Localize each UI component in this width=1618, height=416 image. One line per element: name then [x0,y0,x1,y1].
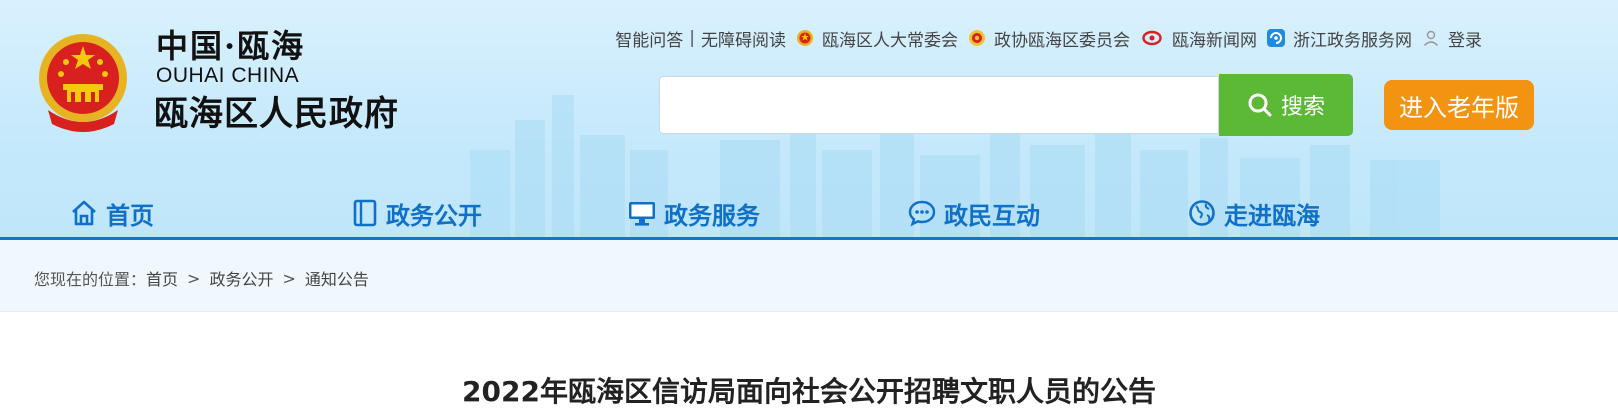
elder-mode-button[interactable]: 进入老年版 [1384,80,1534,130]
news-link[interactable]: 瓯海新闻网 [1140,26,1257,51]
search-button-label: 搜索 [1280,95,1325,120]
search-button[interactable]: 搜索 [1219,74,1353,136]
top-links-bar: 智能问答 | 无障碍阅读 瓯海区人大常委会 政协瓯海区委员会 瓯海新闻网 浙江政… [615,26,1482,51]
user-icon [1423,30,1439,47]
login-link[interactable]: 登录 [1422,26,1482,51]
nav-item-home[interactable]: 首页 [70,190,154,236]
document-icon [353,199,377,227]
logo-english-name: OUHAI CHINA [156,64,300,87]
cppcc-link[interactable]: 政协瓯海区委员会 [968,26,1130,51]
breadcrumb-item-open-gov[interactable]: 政务公开 [209,266,273,290]
congress-link[interactable]: 瓯海区人大常委会 [796,26,958,51]
logo-chinese-name: 中国·瓯海 [156,27,306,65]
national-emblem-logo [39,34,127,132]
zj-service-icon [1267,29,1285,47]
nav-item-open-gov[interactable]: 政务公开 [352,190,482,236]
cppcc-link-label: 政协瓯海区委员会 [994,30,1130,51]
nav-item-services-label: 政务服务 [664,201,760,230]
nav-item-interaction[interactable]: 政民互动 [908,190,1040,236]
nav-item-about[interactable]: 走进瓯海 [1188,190,1320,236]
site-title: 瓯海区人民政府 [154,94,399,134]
breadcrumb: 您现在的位置： 首页 > 政务公开 > 通知公告 [34,266,369,290]
emblem-icon [797,30,813,46]
login-link-label: 登录 [1448,30,1482,51]
zj-service-link-label: 浙江政务服务网 [1293,30,1412,51]
cppcc-icon [969,30,985,46]
news-link-label: 瓯海新闻网 [1172,30,1257,51]
site-header: 中国·瓯海 OUHAI CHINA 瓯海区人民政府 智能问答 | 无障碍阅读 瓯… [0,0,1618,240]
search-icon [1248,93,1272,117]
nav-item-services[interactable]: 政务服务 [628,190,760,236]
nav-item-open-gov-label: 政务公开 [386,201,482,230]
article-title: 2022年瓯海区信访局面向社会公开招聘文职人员的公告 [462,375,1156,408]
nav-item-home-label: 首页 [106,201,154,230]
breadcrumb-separator: > [282,268,296,288]
zj-service-link[interactable]: 浙江政务服务网 [1267,26,1412,51]
breadcrumb-separator: > [187,268,201,288]
congress-link-label: 瓯海区人大常委会 [822,30,958,51]
nav-item-interaction-label: 政民互动 [944,201,1040,230]
search-input[interactable] [659,76,1219,134]
link-separator: | [689,28,695,48]
home-icon [72,200,96,226]
breadcrumb-prefix: 您现在的位置： [34,270,147,289]
smart-qa-link[interactable]: 智能问答 [615,26,683,51]
globe-icon [1189,200,1215,226]
accessible-reading-link[interactable]: 无障碍阅读 [701,26,786,51]
chat-icon [908,200,936,227]
monitor-icon [629,202,655,226]
nav-item-about-label: 走进瓯海 [1224,201,1320,230]
news-icon [1142,30,1162,46]
breadcrumb-bar: 您现在的位置： 首页 > 政务公开 > 通知公告 [0,240,1618,312]
breadcrumb-item-home[interactable]: 首页 [146,266,178,290]
breadcrumb-item-notices[interactable]: 通知公告 [305,266,369,290]
main-nav: 首页 政务公开 政务服务 政民互动 走进瓯海 [0,190,1618,236]
